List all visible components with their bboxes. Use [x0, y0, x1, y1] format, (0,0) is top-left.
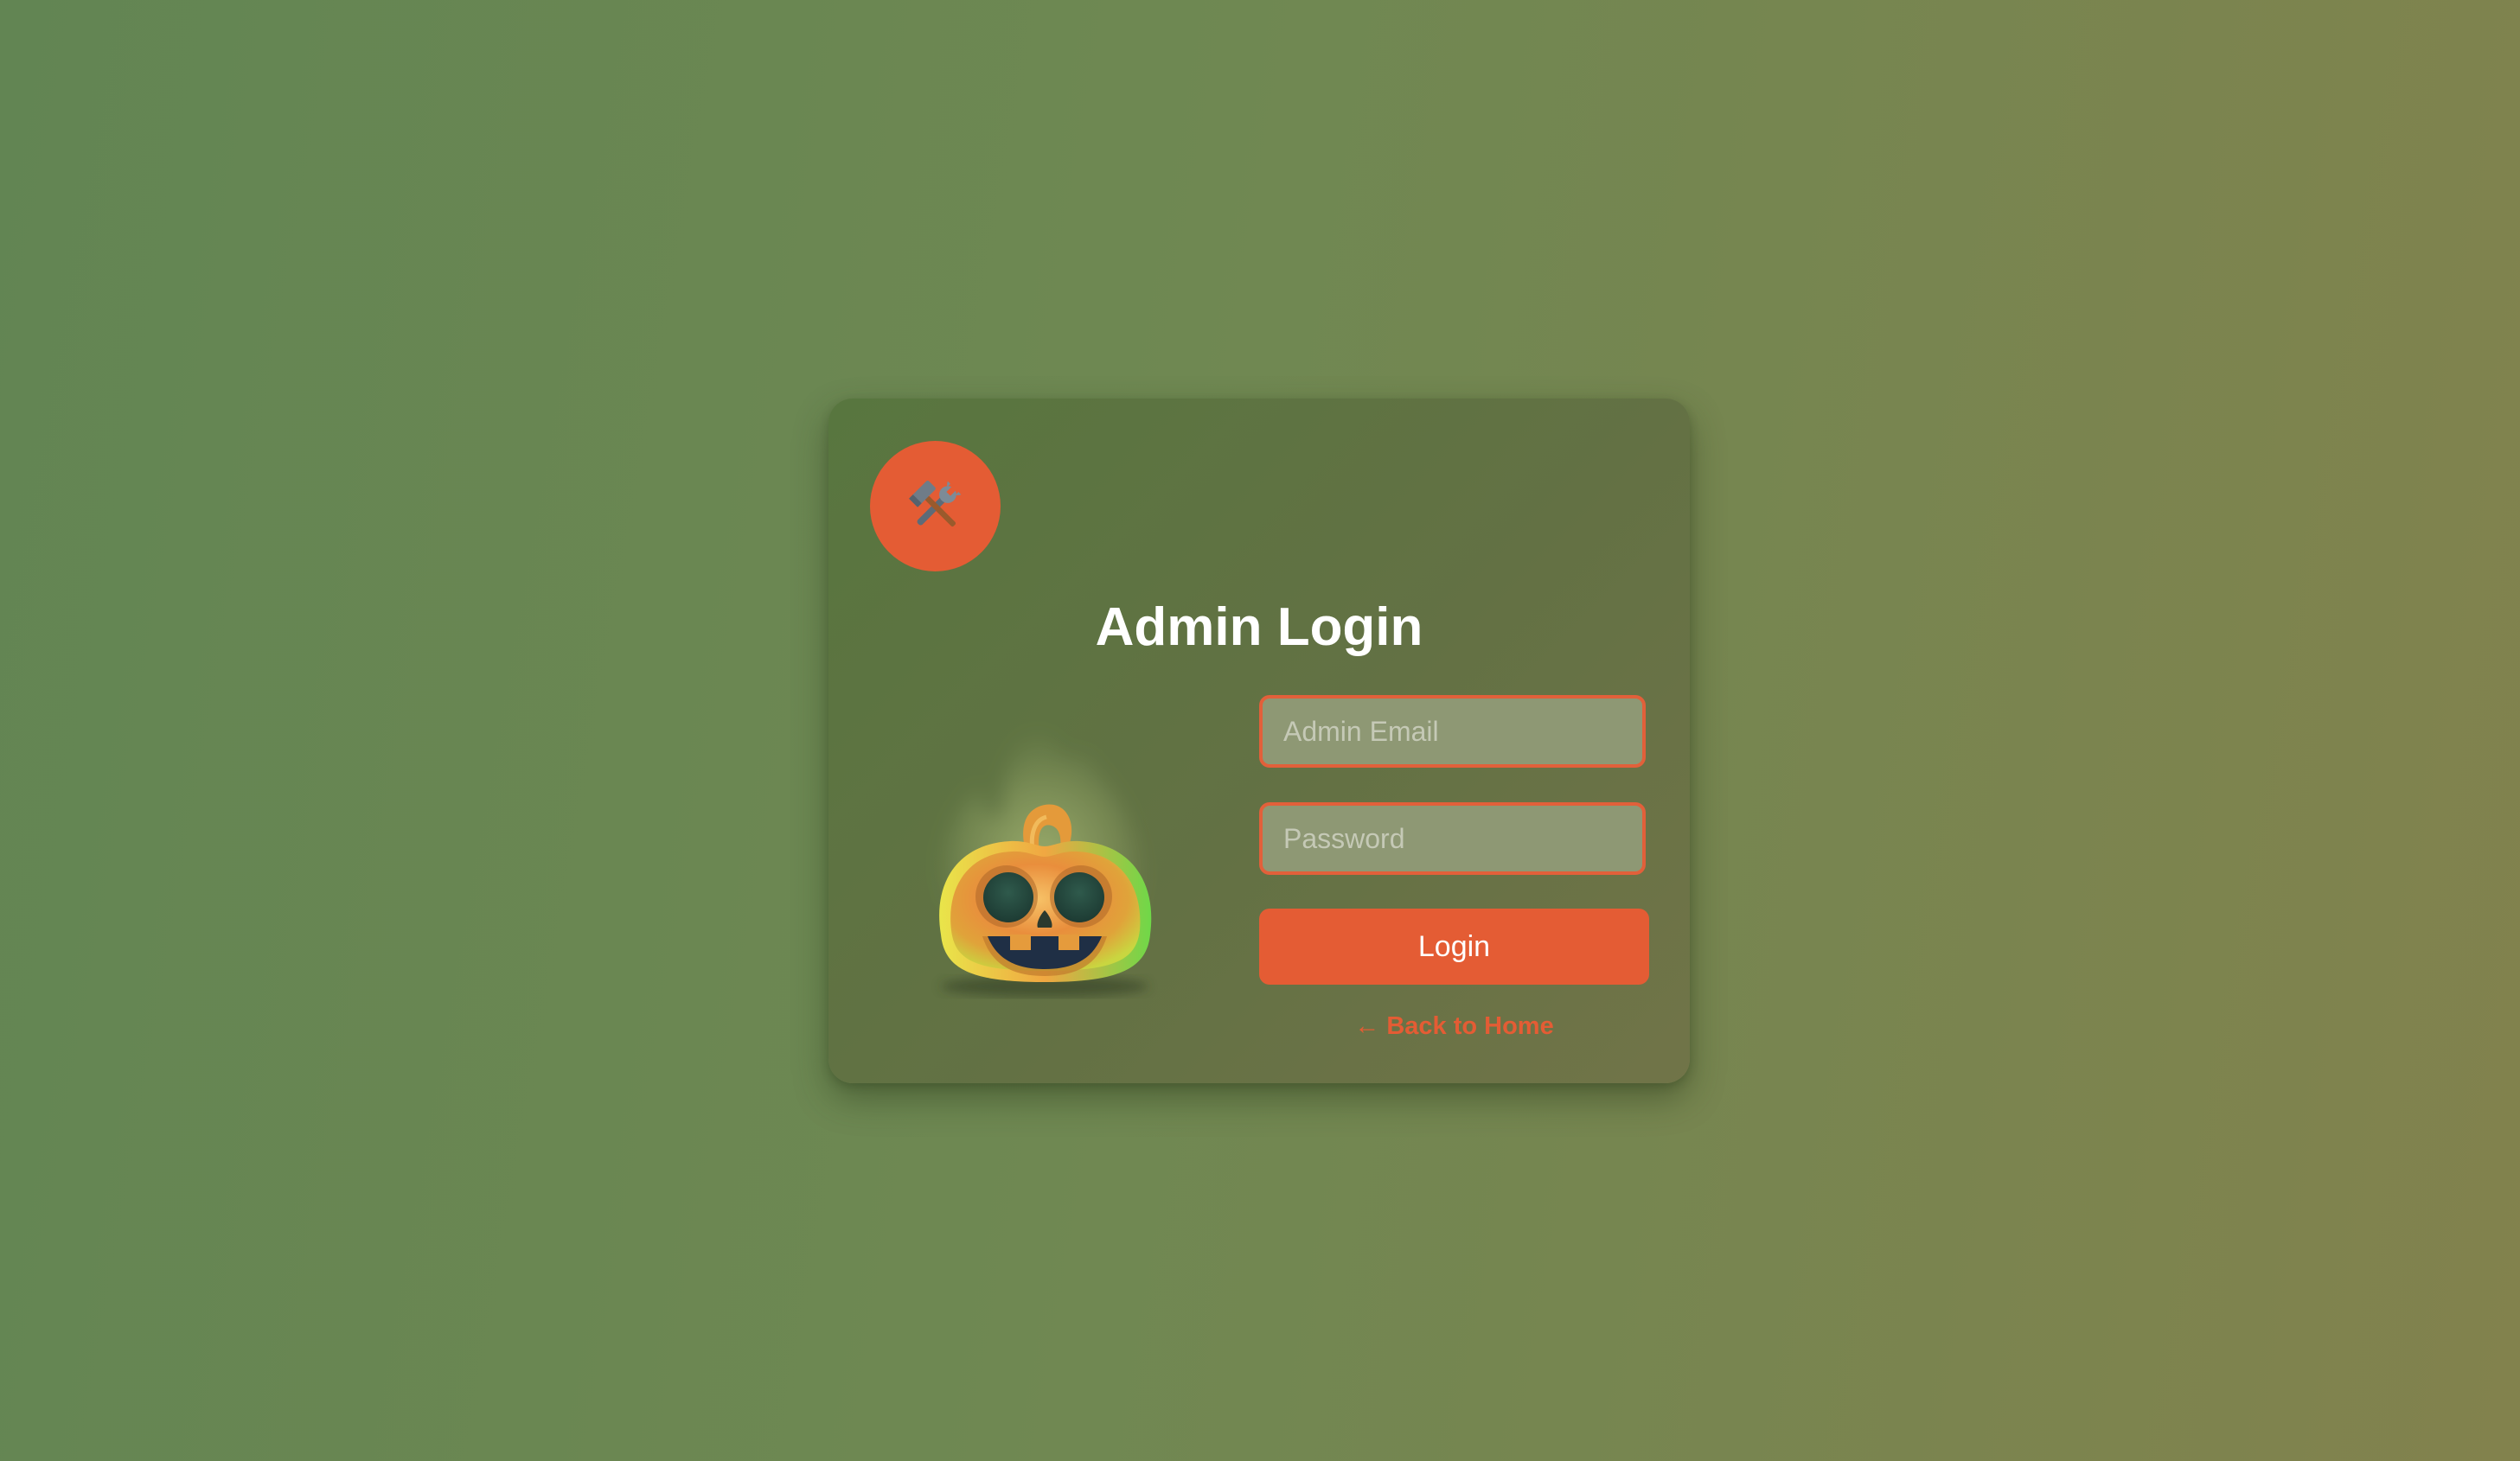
admin-badge — [870, 441, 1001, 571]
password-input[interactable] — [1259, 802, 1646, 875]
back-to-home-link[interactable]: ← Back to Home — [1259, 1012, 1649, 1041]
hammer-and-wrench-icon — [908, 480, 961, 526]
admin-email-input[interactable] — [1259, 695, 1646, 768]
login-button[interactable]: Login — [1259, 909, 1649, 985]
page-title: Admin Login — [1095, 597, 1423, 657]
jack-o-lantern-icon — [939, 710, 1152, 997]
admin-login-card: Admin Login Admin Email Login ← Back to … — [828, 399, 1690, 1083]
